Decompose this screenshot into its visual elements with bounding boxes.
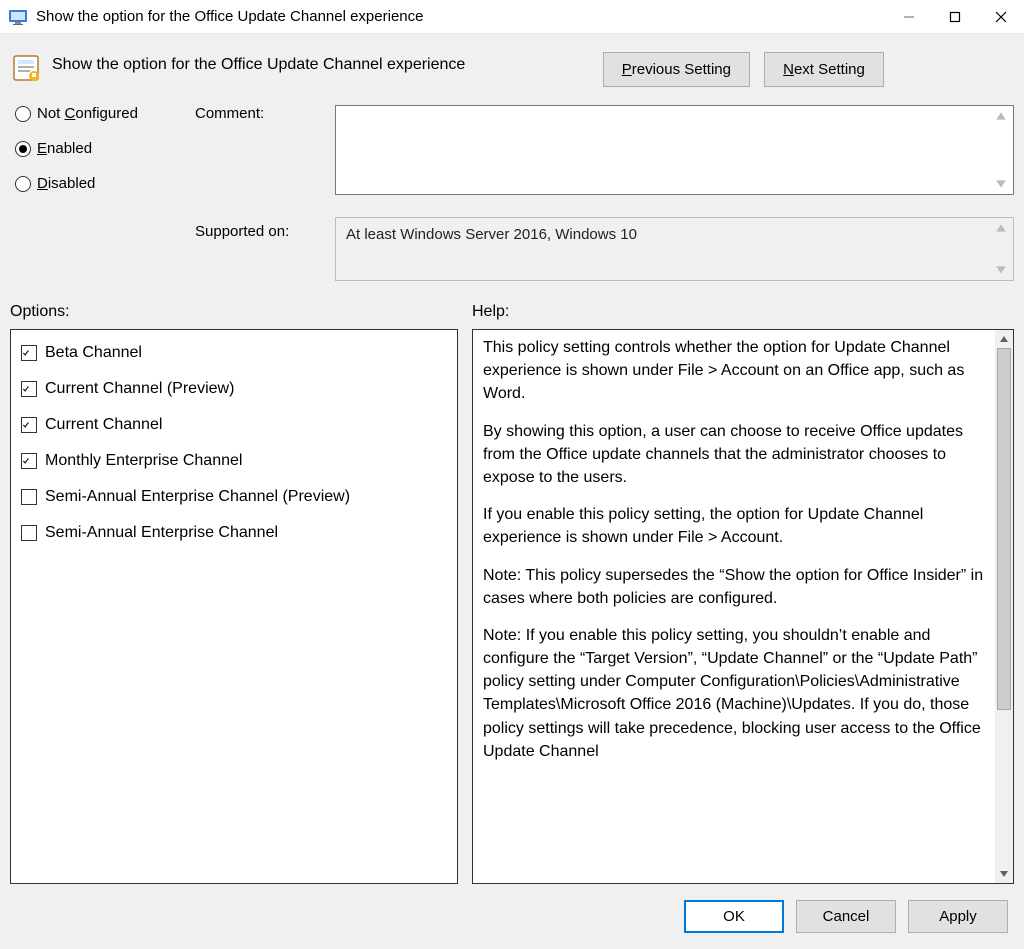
title-bar: Show the option for the Office Update Ch… <box>0 0 1024 34</box>
radio-disabled[interactable]: Disabled <box>15 175 195 192</box>
checkbox-unchecked-icon[interactable] <box>21 489 37 505</box>
next-setting-button[interactable]: Next Setting <box>764 52 884 87</box>
apply-button[interactable]: Apply <box>908 900 1008 933</box>
option-checkbox[interactable]: Semi-Annual Enterprise Channel (Preview) <box>21 488 447 506</box>
help-paragraph: If you enable this policy setting, the o… <box>483 503 985 549</box>
option-checkbox[interactable]: Semi-Annual Enterprise Channel <box>21 524 447 542</box>
option-label: Current Channel <box>45 416 162 434</box>
cancel-button[interactable]: Cancel <box>796 900 896 933</box>
help-paragraph: This policy setting controls whether the… <box>483 336 985 406</box>
help-scrollbar[interactable] <box>995 330 1013 883</box>
policy-document-icon <box>10 52 42 84</box>
minimize-button[interactable] <box>886 0 932 34</box>
options-label: Options: <box>10 303 470 321</box>
supported-on-value: At least Windows Server 2016, Windows 10 <box>335 217 1014 281</box>
comment-scroll[interactable] <box>995 110 1009 190</box>
option-checkbox[interactable]: Current Channel (Preview) <box>21 380 447 398</box>
policy-title: Show the option for the Office Update Ch… <box>52 46 593 74</box>
option-checkbox[interactable]: Beta Channel <box>21 344 447 362</box>
option-label: Monthly Enterprise Channel <box>45 452 242 470</box>
state-radio-group: Not Configured Enabled Disabled <box>10 105 195 281</box>
option-label: Current Channel (Preview) <box>45 380 234 398</box>
help-label: Help: <box>470 303 1014 321</box>
checkbox-checked-icon[interactable] <box>21 453 37 469</box>
window-title: Show the option for the Office Update Ch… <box>36 8 886 25</box>
help-paragraph: Note: This policy supersedes the “Show t… <box>483 564 985 610</box>
gpedit-policy-icon <box>8 7 28 27</box>
help-text: This policy setting controls whether the… <box>473 330 995 883</box>
close-button[interactable] <box>978 0 1024 34</box>
maximize-button[interactable] <box>932 0 978 34</box>
help-paragraph: Note: If you enable this policy setting,… <box>483 624 985 763</box>
supported-on-label: Supported on: <box>195 217 335 281</box>
option-label: Beta Channel <box>45 344 142 362</box>
scroll-thumb[interactable] <box>997 348 1011 710</box>
radio-not-configured[interactable]: Not Configured <box>15 105 195 122</box>
scroll-down-icon[interactable] <box>995 865 1013 883</box>
ok-button[interactable]: OK <box>684 900 784 933</box>
supported-scroll <box>995 222 1009 276</box>
option-checkbox[interactable]: Monthly Enterprise Channel <box>21 452 447 470</box>
checkbox-checked-icon[interactable] <box>21 381 37 397</box>
scroll-up-icon[interactable] <box>995 330 1013 348</box>
option-checkbox[interactable]: Current Channel <box>21 416 447 434</box>
comment-textarea[interactable] <box>335 105 1014 195</box>
option-label: Semi-Annual Enterprise Channel <box>45 524 278 542</box>
checkbox-unchecked-icon[interactable] <box>21 525 37 541</box>
help-panel: This policy setting controls whether the… <box>472 329 1014 884</box>
policy-header: Show the option for the Office Update Ch… <box>10 34 1014 87</box>
previous-setting-button[interactable]: Previous Setting <box>603 52 750 87</box>
comment-label: Comment: <box>195 105 335 195</box>
checkbox-checked-icon[interactable] <box>21 345 37 361</box>
options-panel: Beta Channel Current Channel (Preview) Cur… <box>10 329 458 884</box>
help-paragraph: By showing this option, a user can choos… <box>483 420 985 490</box>
radio-enabled[interactable]: Enabled <box>15 140 195 157</box>
option-label: Semi-Annual Enterprise Channel (Preview) <box>45 488 350 506</box>
checkbox-checked-icon[interactable] <box>21 417 37 433</box>
